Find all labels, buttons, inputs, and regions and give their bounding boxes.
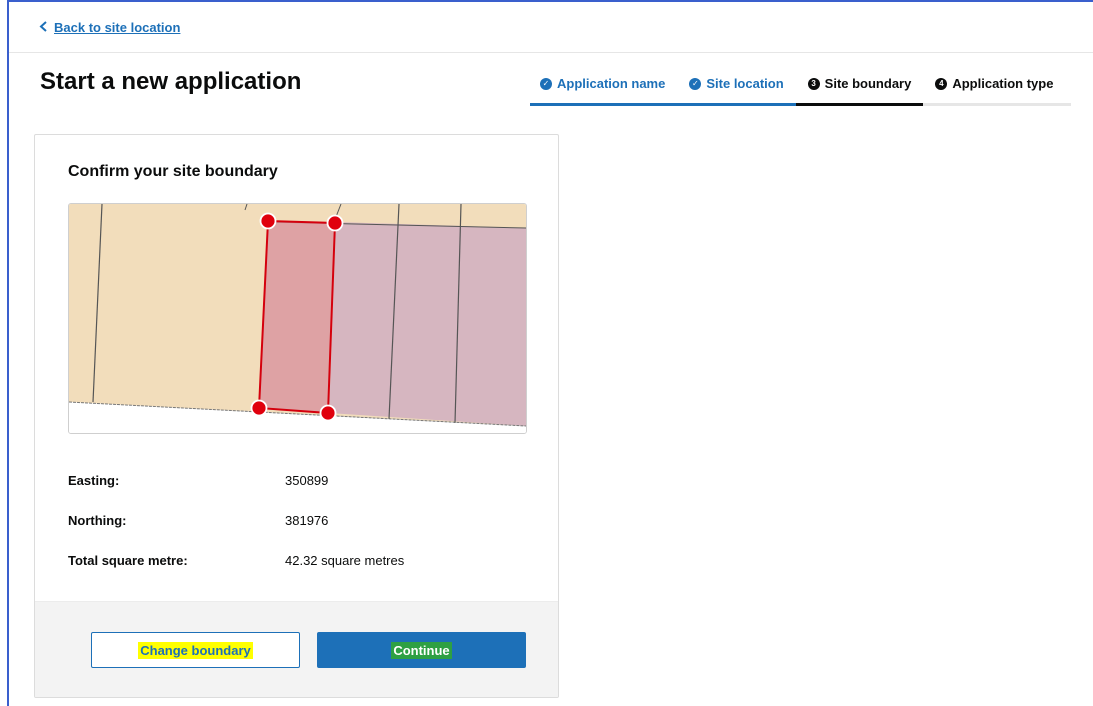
map-buildings [329,222,526,426]
progress-steps: ✓ Application name ✓ Site location 3 Sit… [530,64,1072,106]
back-link-label[interactable]: Back to site location [54,20,180,35]
check-circle-icon: ✓ [689,77,702,90]
step-site-boundary: 3 Site boundary [795,64,924,106]
chevron-left-icon [39,20,48,35]
boundary-handle[interactable] [319,404,337,422]
step-track [1069,64,1072,106]
check-circle-icon: ✓ [540,77,552,90]
boundary-details: Easting: 350899 Northing: 381976 Total s… [68,473,508,593]
step-site-location[interactable]: ✓ Site location [677,64,796,106]
step-label: Application type [952,76,1054,91]
card-footer: Change boundary Continue [35,601,558,697]
continue-button[interactable]: Continue [317,632,526,668]
step-number-badge: 4 [935,77,948,90]
site-boundary-map[interactable] [68,203,527,434]
detail-row-northing: Northing: 381976 [68,513,508,553]
map-canvas [69,204,526,433]
step-number-badge: 3 [807,77,820,90]
continue-label: Continue [391,641,452,659]
change-boundary-label: Change boundary [138,641,253,659]
window-left-border [7,0,9,706]
boundary-card: Confirm your site boundary Easting: 3508… [34,134,559,698]
detail-value: 381976 [285,513,329,528]
detail-label: Northing: [68,513,127,528]
detail-value: 350899 [285,473,329,488]
detail-row-area: Total square metre: 42.32 square metres [68,553,508,593]
step-label: Site boundary [824,76,912,91]
step-application-type: 4 Application type [923,64,1070,106]
selected-boundary[interactable] [257,219,337,415]
card-title: Confirm your site boundary [68,163,278,180]
boundary-handle[interactable] [259,212,277,230]
top-bar: Back to site location [9,2,1093,53]
change-boundary-button[interactable]: Change boundary [91,632,300,668]
step-label: Site location [706,76,784,91]
detail-value: 42.32 square metres [285,553,405,568]
detail-row-easting: Easting: 350899 [68,473,508,513]
detail-label: Total square metre: [68,553,188,568]
detail-label: Easting: [68,473,120,488]
step-application-name[interactable]: ✓ Application name [530,64,678,106]
back-link[interactable]: Back to site location [39,20,180,35]
page-title: Start a new application [40,68,302,95]
step-label: Application name [557,76,666,91]
boundary-handle[interactable] [326,214,344,232]
boundary-handle[interactable] [250,399,268,417]
